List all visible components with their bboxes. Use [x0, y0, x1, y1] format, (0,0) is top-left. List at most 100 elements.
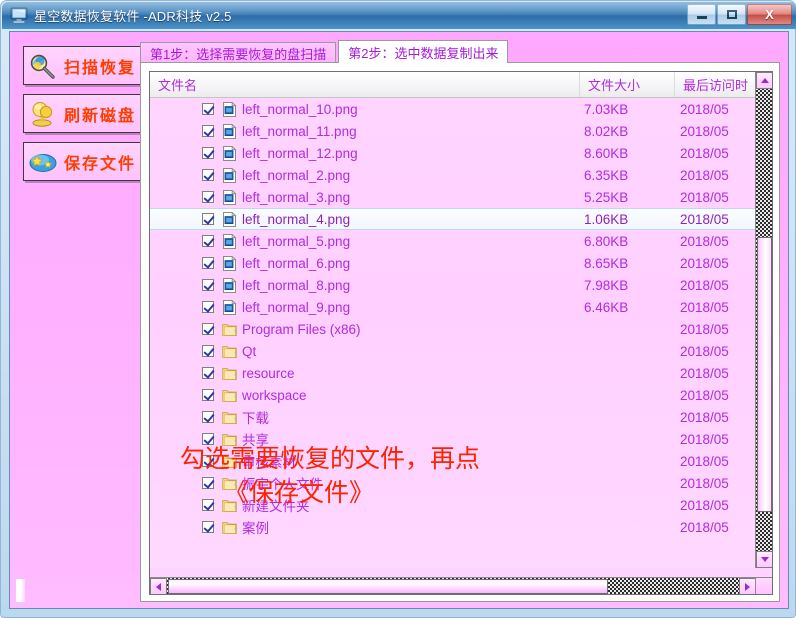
minimize-button[interactable] — [687, 4, 716, 25]
tab-step1-label: 第1步：选择需要恢复的盘扫描 — [150, 46, 327, 62]
row-checkbox[interactable] — [202, 147, 214, 159]
row-checkbox[interactable] — [202, 455, 214, 467]
row-filename: left_normal_2.png — [242, 167, 351, 183]
row-filename: 共享 — [242, 433, 269, 448]
close-button[interactable]: X — [747, 4, 792, 25]
row-filename: left_normal_10.png — [242, 101, 358, 117]
title-bar[interactable]: 星空数据恢复软件 -ADR科技 v2.5 X — [2, 2, 796, 29]
row-checkbox[interactable] — [202, 411, 214, 423]
row-filesize: 6.80KB — [584, 233, 629, 249]
row-checkbox[interactable] — [202, 279, 214, 291]
scroll-up-button[interactable] — [756, 72, 772, 89]
table-row[interactable]: 振宇个人文件 2018/05 — [150, 472, 756, 494]
column-header-filesize-label: 文件大小 — [588, 78, 641, 93]
row-filename: left_normal_3.png — [242, 189, 351, 205]
table-row[interactable]: left_normal_6.png 8.65KB 2018/05 — [150, 252, 756, 274]
table-row[interactable]: left_normal_12.png 8.60KB 2018/05 — [150, 142, 756, 164]
table-row[interactable]: Qt 2018/05 — [150, 340, 756, 362]
row-lastaccess: 2018/05 — [680, 189, 729, 205]
row-filename: 下载 — [242, 411, 269, 426]
column-header-lastaccess[interactable]: 最后访问时 — [675, 72, 755, 97]
row-checkbox[interactable] — [202, 521, 214, 533]
column-header-filename[interactable]: 文件名 — [150, 72, 580, 97]
row-checkbox[interactable] — [202, 213, 214, 225]
row-checkbox[interactable] — [202, 103, 214, 115]
row-filesize: 8.60KB — [584, 145, 629, 161]
magnifier-scan-icon — [28, 51, 58, 81]
tab-step1[interactable]: 第1步：选择需要恢复的盘扫描 — [140, 42, 337, 63]
row-filename: 振宇个人文件 — [242, 477, 323, 492]
column-header-filesize[interactable]: 文件大小 — [580, 72, 675, 97]
row-lastaccess: 2018/05 — [680, 453, 729, 469]
scroll-down-button[interactable] — [756, 551, 772, 568]
horizontal-scroll-thumb[interactable] — [168, 579, 608, 594]
file-list-view[interactable]: 文件名 文件大小 最后访问时 left_normal_10.png 7.03KB 2… — [149, 71, 773, 595]
refresh-disk-button[interactable]: 刷新磁盘 — [23, 94, 145, 133]
scan-recover-button[interactable]: 扫描恢复 — [23, 46, 145, 85]
row-filename: workspace — [242, 387, 307, 403]
row-filename: 案例 — [242, 521, 269, 536]
row-lastaccess: 2018/05 — [680, 299, 729, 315]
table-row[interactable]: workspace 2018/05 — [150, 384, 756, 406]
table-row[interactable]: left_normal_10.png 7.03KB 2018/05 — [150, 98, 756, 120]
image-file-icon — [222, 123, 237, 139]
image-file-icon — [222, 299, 237, 315]
row-checkbox[interactable] — [202, 169, 214, 181]
row-checkbox[interactable] — [202, 191, 214, 203]
vertical-scrollbar[interactable] — [755, 72, 772, 568]
table-row[interactable]: 案例 2018/05 — [150, 516, 756, 538]
row-lastaccess: 2018/05 — [680, 343, 729, 359]
folder-icon — [222, 520, 237, 535]
chevron-up-icon — [760, 78, 769, 83]
maximize-button[interactable] — [717, 4, 746, 25]
chevron-down-icon — [760, 557, 769, 562]
table-row[interactable]: resource 2018/05 — [150, 362, 756, 384]
bottom-left-marker — [16, 579, 25, 602]
vertical-scroll-thumb[interactable] — [757, 237, 772, 512]
row-checkbox[interactable] — [202, 499, 214, 511]
row-checkbox[interactable] — [202, 389, 214, 401]
table-row[interactable]: left_normal_9.png 6.46KB 2018/05 — [150, 296, 756, 318]
list-header-row: 文件名 文件大小 最后访问时 — [150, 72, 772, 98]
save-star-icon — [28, 147, 58, 177]
maximize-icon — [726, 10, 737, 19]
table-row[interactable]: 下载 2018/05 — [150, 406, 756, 428]
folder-icon — [222, 322, 237, 337]
table-row[interactable]: 审核素材 2018/05 — [150, 450, 756, 472]
image-file-icon — [222, 189, 237, 205]
tab-step2[interactable]: 第2步：选中数据复制出来 — [338, 40, 509, 63]
row-checkbox[interactable] — [202, 235, 214, 247]
table-row[interactable]: left_normal_3.png 5.25KB 2018/05 — [150, 186, 756, 208]
row-filesize: 6.35KB — [584, 167, 629, 183]
table-row[interactable]: Program Files (x86) 2018/05 — [150, 318, 756, 340]
row-checkbox[interactable] — [202, 125, 214, 137]
row-checkbox[interactable] — [202, 367, 214, 379]
table-row[interactable]: 新建文件夹 2018/05 — [150, 494, 756, 516]
image-file-icon — [222, 255, 237, 271]
chevron-right-icon — [745, 582, 750, 591]
row-lastaccess: 2018/05 — [680, 431, 729, 447]
close-icon: X — [765, 7, 774, 22]
row-checkbox[interactable] — [202, 477, 214, 489]
row-filesize: 1.06KB — [584, 211, 629, 227]
scroll-left-button[interactable] — [150, 578, 167, 594]
image-file-icon — [222, 277, 237, 293]
table-row[interactable]: left_normal_8.png 7.98KB 2018/05 — [150, 274, 756, 296]
row-checkbox[interactable] — [202, 433, 214, 445]
folder-icon — [222, 388, 237, 403]
scroll-right-button[interactable] — [739, 578, 756, 594]
table-row[interactable]: left_normal_2.png 6.35KB 2018/05 — [150, 164, 756, 186]
row-checkbox[interactable] — [202, 257, 214, 269]
row-checkbox[interactable] — [202, 345, 214, 357]
computer-monitor-icon — [10, 7, 28, 24]
save-file-button[interactable]: 保存文件 — [23, 142, 145, 181]
table-row[interactable]: left_normal_11.png 8.02KB 2018/05 — [150, 120, 756, 142]
table-row[interactable]: left_normal_4.png 1.06KB 2018/05 — [150, 208, 756, 230]
row-checkbox[interactable] — [202, 301, 214, 313]
row-lastaccess: 2018/05 — [680, 123, 729, 139]
table-row[interactable]: 共享 2018/05 — [150, 428, 756, 450]
table-row[interactable]: left_normal_5.png 6.80KB 2018/05 — [150, 230, 756, 252]
row-checkbox[interactable] — [202, 323, 214, 335]
row-filesize: 6.46KB — [584, 299, 629, 315]
horizontal-scrollbar[interactable] — [150, 577, 756, 594]
